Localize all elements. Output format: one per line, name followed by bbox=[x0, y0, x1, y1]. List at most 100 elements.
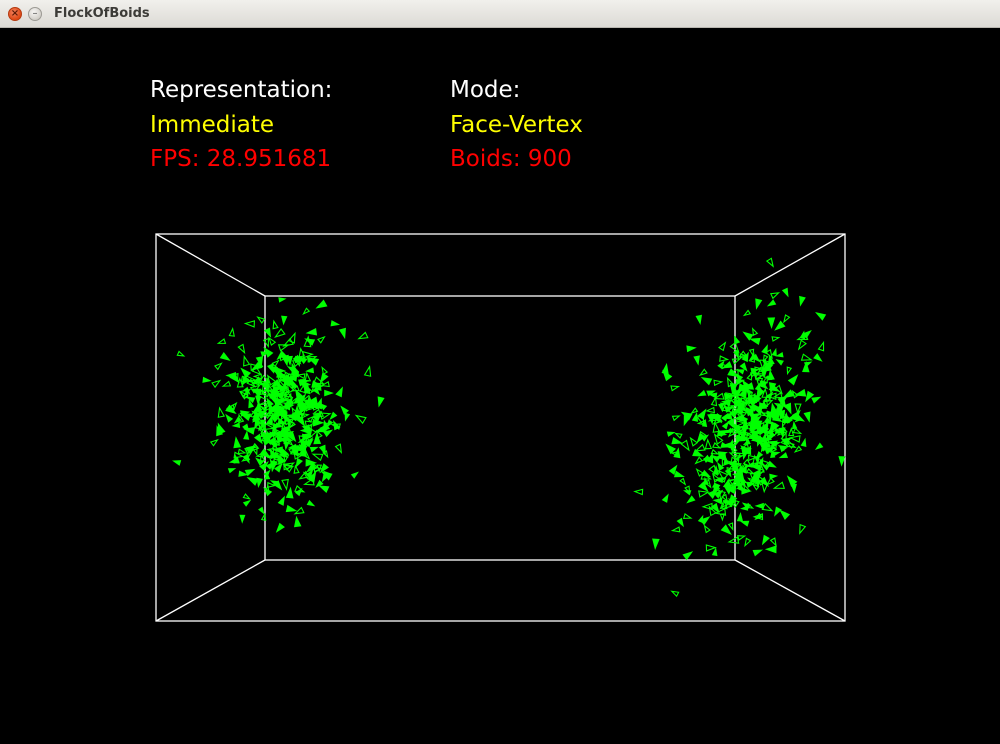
boid bbox=[689, 436, 699, 447]
boid bbox=[295, 457, 303, 468]
boid bbox=[305, 367, 315, 374]
boid bbox=[330, 320, 341, 327]
boid bbox=[788, 435, 801, 443]
boid bbox=[246, 396, 256, 404]
boid bbox=[225, 413, 234, 423]
boid bbox=[313, 432, 322, 445]
boid bbox=[267, 363, 275, 374]
boid bbox=[813, 353, 823, 362]
boid bbox=[665, 443, 676, 455]
boid bbox=[246, 477, 259, 486]
boid bbox=[305, 327, 318, 336]
boid bbox=[334, 443, 343, 454]
boid bbox=[783, 402, 792, 415]
boid bbox=[670, 590, 680, 598]
boid bbox=[794, 388, 807, 397]
boid bbox=[227, 468, 237, 474]
boid bbox=[242, 499, 252, 507]
boid bbox=[800, 353, 813, 361]
boid bbox=[299, 427, 311, 435]
boid bbox=[693, 355, 700, 366]
boid bbox=[294, 487, 303, 497]
boid bbox=[228, 327, 235, 337]
boid bbox=[243, 430, 250, 440]
boid bbox=[769, 473, 779, 480]
boid bbox=[749, 337, 761, 346]
boid bbox=[281, 478, 289, 491]
boid bbox=[694, 443, 706, 452]
boid bbox=[734, 335, 741, 345]
boid bbox=[803, 411, 811, 423]
boid bbox=[293, 515, 302, 528]
boid bbox=[202, 376, 212, 383]
boid bbox=[772, 481, 786, 489]
boid bbox=[707, 413, 715, 425]
boid bbox=[321, 365, 329, 376]
box-edge-bottom-right bbox=[734, 559, 846, 622]
boid bbox=[172, 460, 182, 466]
boid bbox=[742, 458, 753, 468]
boid bbox=[287, 331, 296, 344]
minimize-icon[interactable]: – bbox=[28, 7, 42, 21]
boid bbox=[309, 446, 319, 453]
boid bbox=[698, 490, 710, 498]
boid bbox=[686, 345, 697, 353]
boid bbox=[255, 457, 265, 466]
boid bbox=[788, 426, 795, 437]
boid bbox=[710, 448, 720, 455]
boid bbox=[673, 470, 685, 478]
boid bbox=[306, 499, 316, 507]
boid bbox=[797, 339, 807, 351]
boid bbox=[363, 365, 372, 377]
boid bbox=[674, 432, 683, 439]
boid bbox=[243, 320, 256, 328]
boid bbox=[698, 368, 708, 377]
boid bbox=[285, 504, 298, 513]
boid bbox=[694, 456, 704, 465]
boid bbox=[271, 446, 283, 454]
boid bbox=[814, 442, 824, 451]
boid bbox=[338, 327, 346, 340]
boid bbox=[775, 359, 784, 366]
boid bbox=[744, 537, 752, 548]
boid bbox=[791, 420, 798, 430]
window-titlebar: × – FlockOfBoids bbox=[0, 0, 1000, 28]
boid bbox=[799, 523, 807, 535]
boid bbox=[335, 386, 343, 398]
boid bbox=[754, 502, 764, 510]
boid bbox=[710, 502, 720, 514]
boid bbox=[285, 486, 294, 499]
boid bbox=[781, 287, 789, 298]
boid bbox=[296, 373, 306, 380]
boid bbox=[266, 397, 274, 408]
box-edge-top-right bbox=[734, 233, 846, 297]
close-icon[interactable]: × bbox=[8, 7, 22, 21]
boid bbox=[317, 335, 326, 344]
boid bbox=[764, 545, 777, 554]
boid bbox=[661, 493, 669, 503]
boid bbox=[217, 422, 226, 435]
boid bbox=[721, 420, 730, 430]
boid bbox=[303, 335, 312, 348]
boid bbox=[274, 327, 286, 338]
boid bbox=[718, 341, 727, 352]
window-title: FlockOfBoids bbox=[54, 6, 150, 21]
boid bbox=[775, 352, 784, 358]
boid bbox=[769, 292, 781, 300]
boid bbox=[679, 477, 687, 486]
boid bbox=[293, 464, 300, 474]
boid bbox=[765, 257, 775, 268]
boid bbox=[671, 415, 681, 422]
render-canvas[interactable]: Representation: Immediate FPS: 28.951681… bbox=[0, 28, 1000, 744]
boid bbox=[211, 379, 222, 389]
boid bbox=[748, 348, 755, 358]
boid bbox=[717, 360, 725, 370]
boid bbox=[799, 295, 806, 307]
boid bbox=[752, 549, 764, 557]
boid bbox=[767, 317, 776, 329]
boid bbox=[682, 513, 693, 519]
boid bbox=[739, 520, 750, 527]
boid bbox=[274, 462, 283, 473]
boid bbox=[281, 315, 288, 326]
boid bbox=[793, 445, 803, 453]
